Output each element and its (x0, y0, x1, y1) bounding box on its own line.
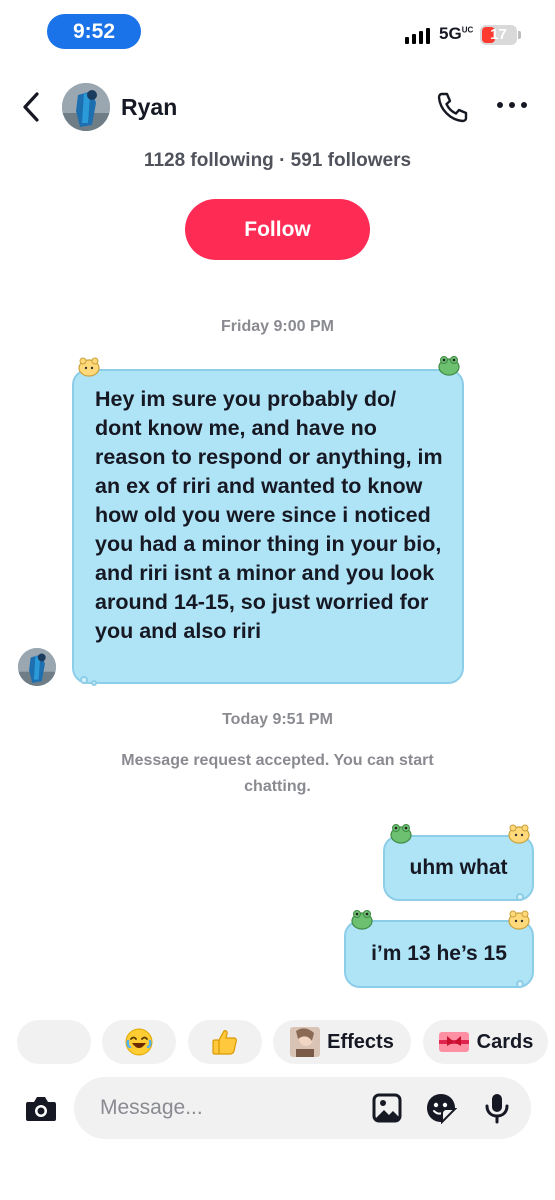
battery-level: 17 (490, 26, 507, 43)
contact-name[interactable]: Ryan (121, 94, 177, 121)
effects-label: Effects (327, 1030, 394, 1053)
cards-label: Cards (476, 1030, 534, 1053)
signal-icon (405, 28, 430, 44)
laughing-emoji-button[interactable] (102, 1020, 176, 1064)
image-picker-button[interactable] (371, 1092, 403, 1124)
chat-header: Ryan (0, 70, 555, 145)
camera-button[interactable] (24, 1094, 58, 1124)
sender-avatar[interactable] (18, 648, 56, 686)
message-input[interactable] (100, 1091, 350, 1125)
status-bar: 9:52 5GUC 17 (0, 0, 555, 62)
gift-card-icon (438, 1032, 469, 1052)
camera-icon (26, 1097, 56, 1121)
laughing-emoji-icon (125, 1028, 153, 1056)
message-composer (74, 1077, 531, 1139)
sticker-emoji-icon (427, 1094, 458, 1125)
message-timestamp: Friday 9:00 PM (221, 318, 334, 335)
effects-button[interactable]: Effects (273, 1020, 411, 1064)
bear-sticker-icon (508, 910, 530, 930)
sticker-button[interactable] (425, 1092, 458, 1125)
phone-icon (437, 92, 468, 123)
chevron-left-icon (23, 92, 39, 122)
dot-icon (497, 102, 503, 108)
microphone-icon (485, 1094, 509, 1124)
follow-button[interactable]: Follow (185, 199, 370, 260)
network-indicator: 5GUC (439, 24, 473, 44)
effects-thumbnail-icon (290, 1027, 321, 1057)
battery-icon: 17 (480, 25, 517, 45)
more-options-button[interactable] (497, 102, 531, 112)
bear-sticker-icon (508, 824, 530, 844)
quick-chip-blank[interactable] (17, 1020, 91, 1064)
network-sup: UC (461, 25, 474, 35)
bear-sticker-icon (78, 357, 100, 377)
frog-sticker-icon (438, 356, 460, 376)
quick-actions-bar: Effects Cards (0, 1020, 555, 1064)
thumbs-up-button[interactable] (188, 1020, 262, 1064)
frog-sticker-icon (390, 824, 412, 844)
voice-message-button[interactable] (481, 1092, 513, 1124)
message-text: Hey im sure you probably do/ dont know m… (95, 387, 443, 643)
message-text: uhm what (409, 856, 508, 879)
follow-stats: 1128 following · 591 followers (143, 150, 412, 171)
call-button[interactable] (434, 89, 470, 125)
network-label: 5G (439, 24, 462, 43)
image-icon (372, 1093, 402, 1123)
message-text: i’m 13 he’s 15 (371, 942, 507, 965)
cards-button[interactable]: Cards (423, 1020, 548, 1064)
dot-icon (509, 102, 515, 108)
thumbs-up-icon (212, 1030, 237, 1055)
dot-icon (521, 102, 527, 108)
system-message: Message request accepted. You can start … (121, 752, 434, 795)
back-button[interactable] (18, 88, 48, 126)
avatar[interactable] (62, 83, 110, 131)
message-timestamp: Today 9:51 PM (222, 711, 333, 728)
status-time: 9:52 (47, 14, 141, 49)
message-bubble-incoming[interactable]: Hey im sure you probably do/ dont know m… (72, 369, 464, 684)
frog-sticker-icon (351, 910, 373, 930)
